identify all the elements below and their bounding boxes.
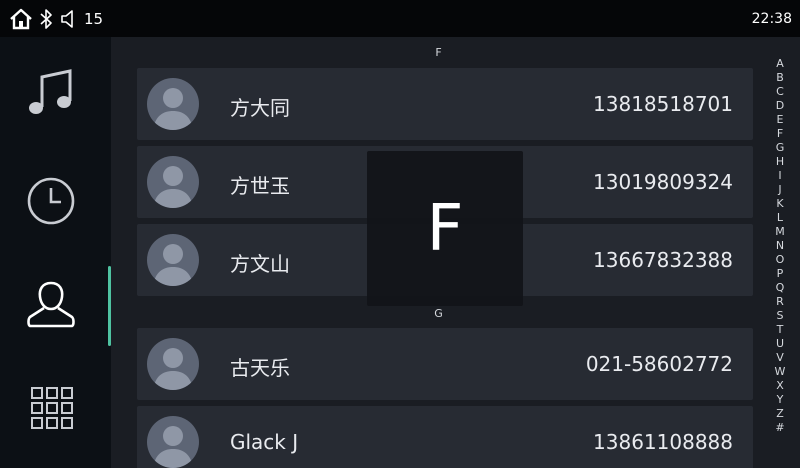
contacts-screen: 15 22:38 F 方大同 13818518701 方世玉 130198093… bbox=[0, 0, 800, 468]
index-letter[interactable]: X bbox=[766, 379, 794, 393]
section-header-f: F bbox=[435, 46, 442, 59]
nav-item-contacts[interactable] bbox=[0, 257, 111, 357]
index-letter[interactable]: K bbox=[766, 197, 794, 211]
music-note-icon bbox=[29, 69, 72, 114]
contact-phone: 13818518701 bbox=[593, 92, 733, 116]
contact-row[interactable]: 古天乐 021-58602772 bbox=[137, 328, 753, 400]
overlay-letter: F bbox=[426, 192, 464, 266]
index-letter[interactable]: O bbox=[766, 253, 794, 267]
contact-name: 方文山 bbox=[230, 252, 290, 276]
index-letter[interactable]: W bbox=[766, 365, 794, 379]
index-letter[interactable]: P bbox=[766, 267, 794, 281]
index-letter[interactable]: F bbox=[766, 127, 794, 141]
index-letter[interactable]: I bbox=[766, 169, 794, 183]
index-letter[interactable]: S bbox=[766, 309, 794, 323]
contact-name: 古天乐 bbox=[230, 356, 290, 380]
avatar bbox=[147, 234, 199, 286]
status-bar: 15 22:38 bbox=[0, 0, 800, 37]
contact-phone: 13019809324 bbox=[593, 170, 733, 194]
index-letter[interactable]: M bbox=[766, 225, 794, 239]
index-letter[interactable]: T bbox=[766, 323, 794, 337]
index-letter[interactable]: Q bbox=[766, 281, 794, 295]
nav-item-music[interactable] bbox=[0, 47, 111, 147]
index-letter[interactable]: Y bbox=[766, 393, 794, 407]
contact-phone: 021-58602772 bbox=[585, 352, 733, 376]
contact-phone: 13667832388 bbox=[593, 248, 733, 272]
index-letter[interactable]: A bbox=[766, 57, 794, 71]
index-letter[interactable]: H bbox=[766, 155, 794, 169]
index-letter[interactable]: B bbox=[766, 71, 794, 85]
contact-name: 方大同 bbox=[230, 96, 290, 120]
avatar bbox=[147, 416, 199, 468]
clock-time: 22:38 bbox=[751, 11, 792, 27]
index-letter[interactable]: G bbox=[766, 141, 794, 155]
index-letter[interactable]: V bbox=[766, 351, 794, 365]
person-icon bbox=[27, 281, 75, 328]
dialpad-grid-icon bbox=[31, 387, 73, 429]
home-icon[interactable] bbox=[8, 8, 34, 30]
contact-name: Glack J bbox=[230, 430, 299, 454]
contact-phone: 13861108888 bbox=[593, 430, 733, 454]
index-letter[interactable]: E bbox=[766, 113, 794, 127]
section-header-g: G bbox=[434, 307, 443, 320]
alphabet-index[interactable]: A B C D E F G H I J K L M N O P Q R S T … bbox=[766, 37, 800, 468]
contact-row[interactable]: Glack J 13861108888 bbox=[137, 406, 753, 468]
contact-name: 方世玉 bbox=[230, 174, 290, 198]
index-letter[interactable]: J bbox=[766, 183, 794, 197]
bluetooth-icon bbox=[40, 9, 52, 29]
index-letter[interactable]: Z bbox=[766, 407, 794, 421]
nav-item-dialpad[interactable] bbox=[0, 362, 111, 462]
index-letter[interactable]: R bbox=[766, 295, 794, 309]
volume-level: 15 bbox=[84, 10, 104, 28]
contact-row[interactable]: 方大同 13818518701 bbox=[137, 68, 753, 140]
index-letter[interactable]: L bbox=[766, 211, 794, 225]
avatar bbox=[147, 78, 199, 130]
index-letter-overlay: F bbox=[367, 151, 523, 306]
volume-icon[interactable] bbox=[60, 10, 80, 28]
clock-icon bbox=[27, 177, 75, 225]
index-letter[interactable]: U bbox=[766, 337, 794, 351]
nav-item-recent[interactable] bbox=[0, 152, 111, 252]
index-letter[interactable]: # bbox=[766, 421, 794, 435]
index-letter[interactable]: D bbox=[766, 99, 794, 113]
index-letter[interactable]: C bbox=[766, 85, 794, 99]
left-nav bbox=[0, 37, 111, 468]
avatar bbox=[147, 156, 199, 208]
index-letter[interactable]: N bbox=[766, 239, 794, 253]
avatar bbox=[147, 338, 199, 390]
